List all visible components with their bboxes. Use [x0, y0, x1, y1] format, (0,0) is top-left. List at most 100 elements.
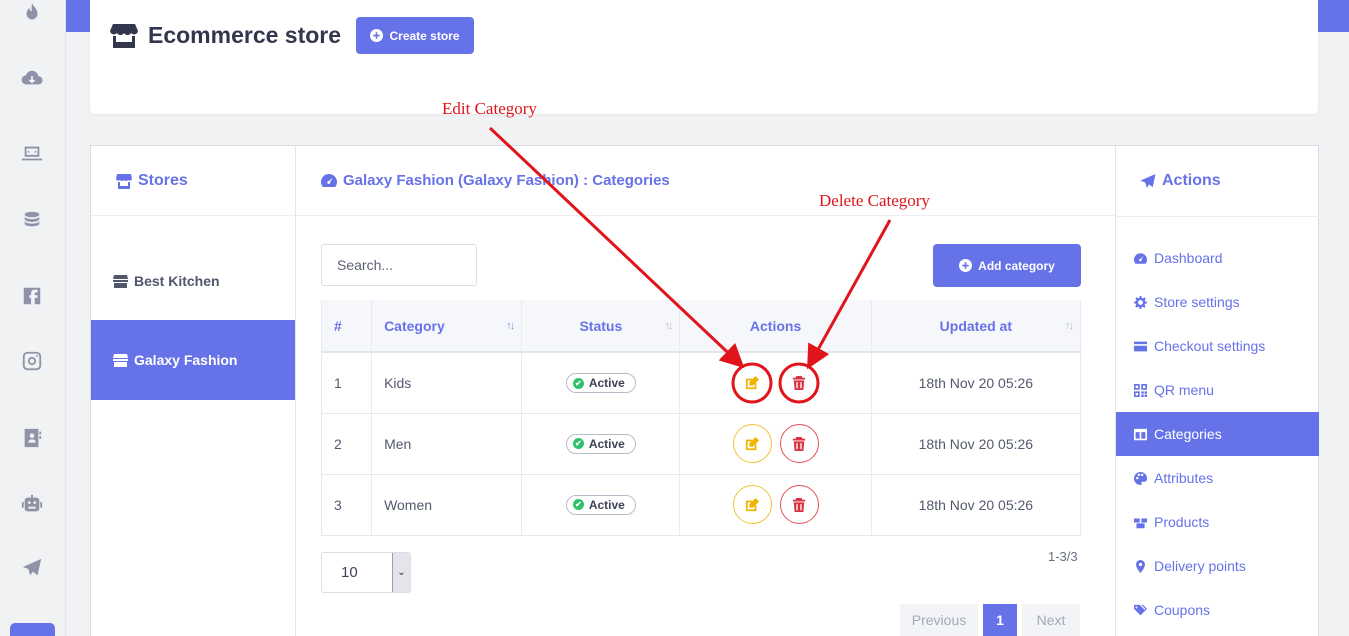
cloud-download-icon[interactable]: [20, 66, 44, 90]
palette-icon: [1134, 471, 1147, 485]
edit-category-button[interactable]: [732, 485, 772, 524]
chevron-down-icon[interactable]: ⌄: [392, 553, 410, 592]
sort-icon[interactable]: ↑↓: [506, 320, 515, 332]
laptop-code-icon[interactable]: [20, 142, 44, 166]
instagram-icon[interactable]: [20, 349, 44, 373]
table-header-row: # Category ↑↓ Status ↑↓ Actions Updated at…: [320, 300, 1082, 353]
paper-plane-icon[interactable]: [20, 556, 44, 580]
search-input[interactable]: [321, 244, 477, 286]
menu-item-attributes[interactable]: Attributes: [1116, 456, 1319, 500]
menu-item-dashboard[interactable]: Dashboard: [1116, 236, 1319, 280]
address-book-icon[interactable]: [20, 426, 44, 450]
cell-category: Women: [371, 474, 523, 536]
edit-category-button[interactable]: [732, 363, 772, 403]
coins-icon[interactable]: [20, 208, 44, 232]
cell-status: ✔ Active: [521, 413, 681, 475]
facebook-icon[interactable]: [20, 284, 44, 308]
delete-category-annotation: Delete Category: [819, 191, 930, 210]
cell-category: Men: [371, 413, 523, 475]
status-badge-label: Active: [588, 497, 625, 512]
main-frame: Stores Best Kitchen Galaxy Fashion Galax…: [90, 145, 1319, 636]
cell-updated-at: 18th Nov 20 05:26: [871, 474, 1082, 536]
column-header-label: Updated at: [939, 317, 1013, 334]
cell-actions: [679, 352, 872, 414]
previous-page-button[interactable]: Previous: [900, 604, 978, 636]
edit-category-annotation: Edit Category: [442, 99, 537, 118]
map-marker-icon: [1136, 559, 1145, 573]
status-badge-label: Active: [588, 436, 625, 451]
divider: [1116, 216, 1319, 217]
categories-panel: Galaxy Fashion (Galaxy Fashion) : Catego…: [296, 146, 1115, 636]
menu-item-checkout-settings[interactable]: Checkout settings: [1116, 324, 1319, 368]
menu-item-store-settings[interactable]: Store settings: [1116, 280, 1319, 324]
robot-icon[interactable]: [20, 492, 44, 516]
column-header-updated-at[interactable]: Updated at ↑↓: [871, 300, 1082, 353]
cog-icon: [1134, 295, 1147, 309]
credit-card-icon: [1134, 341, 1147, 351]
divider: [91, 215, 295, 216]
status-badge: ✔ Active: [565, 494, 636, 515]
actions-heading-text: Actions: [1162, 172, 1221, 189]
fire-icon[interactable]: [20, 1, 44, 25]
cell-number: 2: [320, 413, 373, 475]
column-header-number[interactable]: #: [320, 300, 373, 353]
menu-item-label: Store settings: [1154, 294, 1240, 310]
page-number-button[interactable]: 1: [983, 604, 1017, 636]
trash-icon: [792, 497, 806, 512]
menu-item-products[interactable]: Products: [1116, 500, 1319, 544]
cell-actions: [679, 413, 872, 475]
stores-panel: Stores Best Kitchen Galaxy Fashion: [91, 146, 296, 636]
column-header-actions: Actions: [679, 300, 872, 353]
menu-item-label: Coupons: [1154, 602, 1211, 618]
categories-heading: Galaxy Fashion (Galaxy Fashion) : Catego…: [321, 172, 670, 189]
menu-item-label: Checkout settings: [1154, 338, 1266, 354]
edit-category-button[interactable]: [732, 424, 772, 463]
icon-rail: [0, 0, 66, 636]
next-page-button[interactable]: Next: [1022, 604, 1080, 636]
edit-icon: [745, 497, 760, 511]
check-circle-icon: ✔: [572, 499, 584, 511]
menu-item-qr-menu[interactable]: QR menu: [1116, 368, 1319, 412]
menu-item-label: Products: [1154, 514, 1210, 530]
store-item-galaxy-fashion[interactable]: Galaxy Fashion: [91, 320, 295, 400]
cell-actions: [679, 474, 872, 536]
add-category-button[interactable]: Add category: [933, 244, 1081, 287]
column-header-status[interactable]: Status ↑↓: [521, 300, 681, 353]
store-icon: [113, 353, 128, 367]
store-icon: [116, 173, 132, 189]
cell-updated-at: 18th Nov 20 05:26: [871, 413, 1082, 475]
categories-table: # Category ↑↓ Status ↑↓ Actions Updated at…: [320, 300, 1082, 536]
menu-item-categories[interactable]: Categories: [1116, 412, 1319, 456]
cell-status: ✔ Active: [521, 352, 681, 414]
trash-icon: [792, 436, 806, 451]
status-badge: ✔ Active: [565, 373, 636, 393]
create-store-button[interactable]: Create store: [356, 17, 474, 54]
menu-item-label: Dashboard: [1154, 250, 1223, 266]
columns-icon: [1134, 428, 1147, 440]
plus-circle-icon: [959, 259, 973, 272]
stores-heading-text: Stores: [138, 172, 188, 189]
sort-icon[interactable]: ↑↓: [1065, 320, 1074, 332]
sort-icon[interactable]: ↑↓: [664, 320, 673, 332]
table-row: 1 Kids ✔ Active 18th Nov 20 05:26: [320, 352, 1082, 414]
qrcode-icon: [1134, 383, 1147, 397]
paper-plane-icon: [1140, 173, 1156, 188]
delete-category-button[interactable]: [779, 424, 819, 463]
delete-category-button[interactable]: [779, 485, 819, 524]
menu-item-coupons[interactable]: Coupons: [1116, 588, 1319, 632]
column-header-label: #: [334, 317, 342, 334]
column-header-category[interactable]: Category ↑↓: [371, 300, 523, 353]
menu-item-label: Delivery points: [1154, 558, 1246, 574]
edit-icon: [745, 436, 760, 450]
cell-number: 3: [320, 474, 373, 536]
page-size-select[interactable]: 10 ⌄: [321, 552, 411, 593]
categories-heading-text: Galaxy Fashion (Galaxy Fashion) : Catego…: [343, 172, 670, 189]
results-count: 1-3/3: [1048, 549, 1078, 564]
menu-item-delivery-points[interactable]: Delivery points: [1116, 544, 1319, 588]
store-icon: [110, 23, 138, 48]
column-header-label: Status: [579, 317, 623, 334]
rail-active-tile[interactable]: [10, 623, 55, 636]
check-circle-icon: ✔: [572, 377, 584, 389]
delete-category-button[interactable]: [779, 363, 819, 403]
store-item-best-kitchen[interactable]: Best Kitchen: [91, 241, 295, 321]
